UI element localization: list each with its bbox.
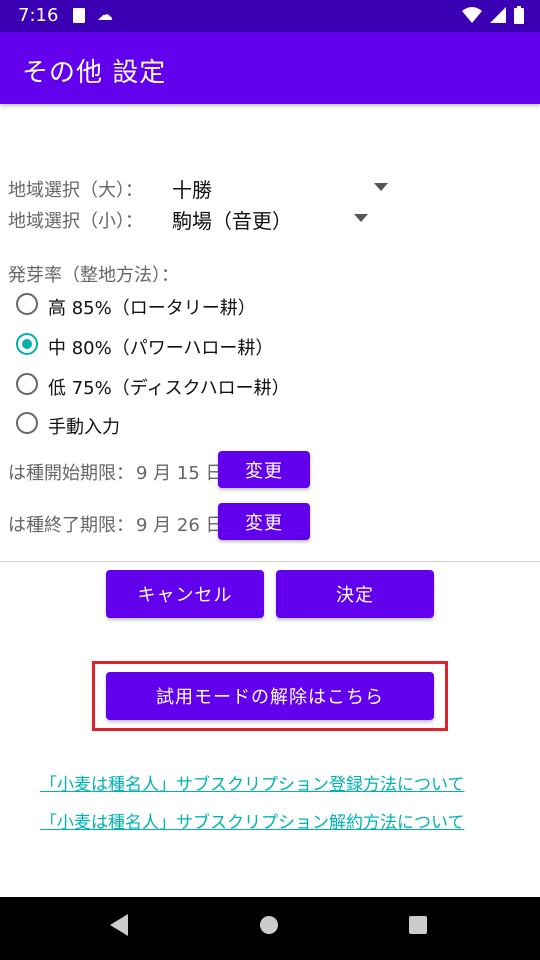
radio-manual[interactable]	[16, 412, 38, 434]
region-small-value[interactable]: 駒場（音更）	[172, 205, 292, 234]
cancel-button[interactable]: キャンセル	[106, 570, 264, 618]
navigation-bar	[0, 897, 540, 960]
subscription-register-link[interactable]: 「小麦は種名人」サブスクリプション登録方法について	[40, 770, 465, 795]
chevron-down-icon[interactable]	[374, 183, 388, 191]
radio-low[interactable]	[16, 373, 38, 395]
radio-medium[interactable]	[16, 333, 38, 355]
page-title: その他 設定	[22, 58, 167, 88]
battery-icon	[514, 6, 524, 24]
status-time: 7:16	[18, 5, 59, 26]
status-bar: 7:16 ☁	[0, 0, 540, 32]
sowing-end-label: は種終了期限：	[8, 515, 134, 536]
change-end-button[interactable]: 変更	[218, 503, 310, 540]
cloud-icon: ☁	[97, 5, 113, 24]
app-bar: その他 設定	[0, 32, 540, 104]
subscription-cancel-link[interactable]: 「小麦は種名人」サブスクリプション解約方法について	[40, 808, 465, 833]
germination-label: 発芽率（整地方法）：	[8, 265, 179, 286]
change-start-button[interactable]: 変更	[218, 451, 310, 488]
divider	[0, 561, 540, 562]
sd-card-icon	[73, 8, 85, 23]
radio-low-label[interactable]: 低 75%（ディスクハロー耕）	[48, 374, 290, 400]
sowing-end-date: 9 月 26 日	[136, 515, 224, 536]
recent-apps-icon[interactable]	[409, 916, 427, 934]
region-large-label: 地域選択（大）：	[8, 180, 143, 201]
home-icon[interactable]	[260, 916, 278, 934]
region-large-value[interactable]: 十勝	[172, 174, 212, 203]
sowing-start-label: は種開始期限：	[8, 463, 134, 484]
back-icon[interactable]	[110, 914, 128, 936]
sowing-start-date: 9 月 15 日	[136, 463, 224, 484]
signal-icon	[490, 7, 506, 23]
trial-release-button[interactable]: 試用モードの解除はこちら	[106, 672, 434, 720]
chevron-down-icon[interactable]	[354, 214, 368, 222]
radio-high-label[interactable]: 高 85%（ロータリー耕）	[48, 294, 256, 320]
radio-medium-label[interactable]: 中 80%（パワーハロー耕）	[48, 334, 273, 360]
region-small-label: 地域選択（小）：	[8, 211, 143, 232]
radio-manual-label[interactable]: 手動入力	[48, 413, 120, 439]
radio-high[interactable]	[16, 293, 38, 315]
ok-button[interactable]: 決定	[276, 570, 434, 618]
wifi-icon	[462, 7, 482, 23]
